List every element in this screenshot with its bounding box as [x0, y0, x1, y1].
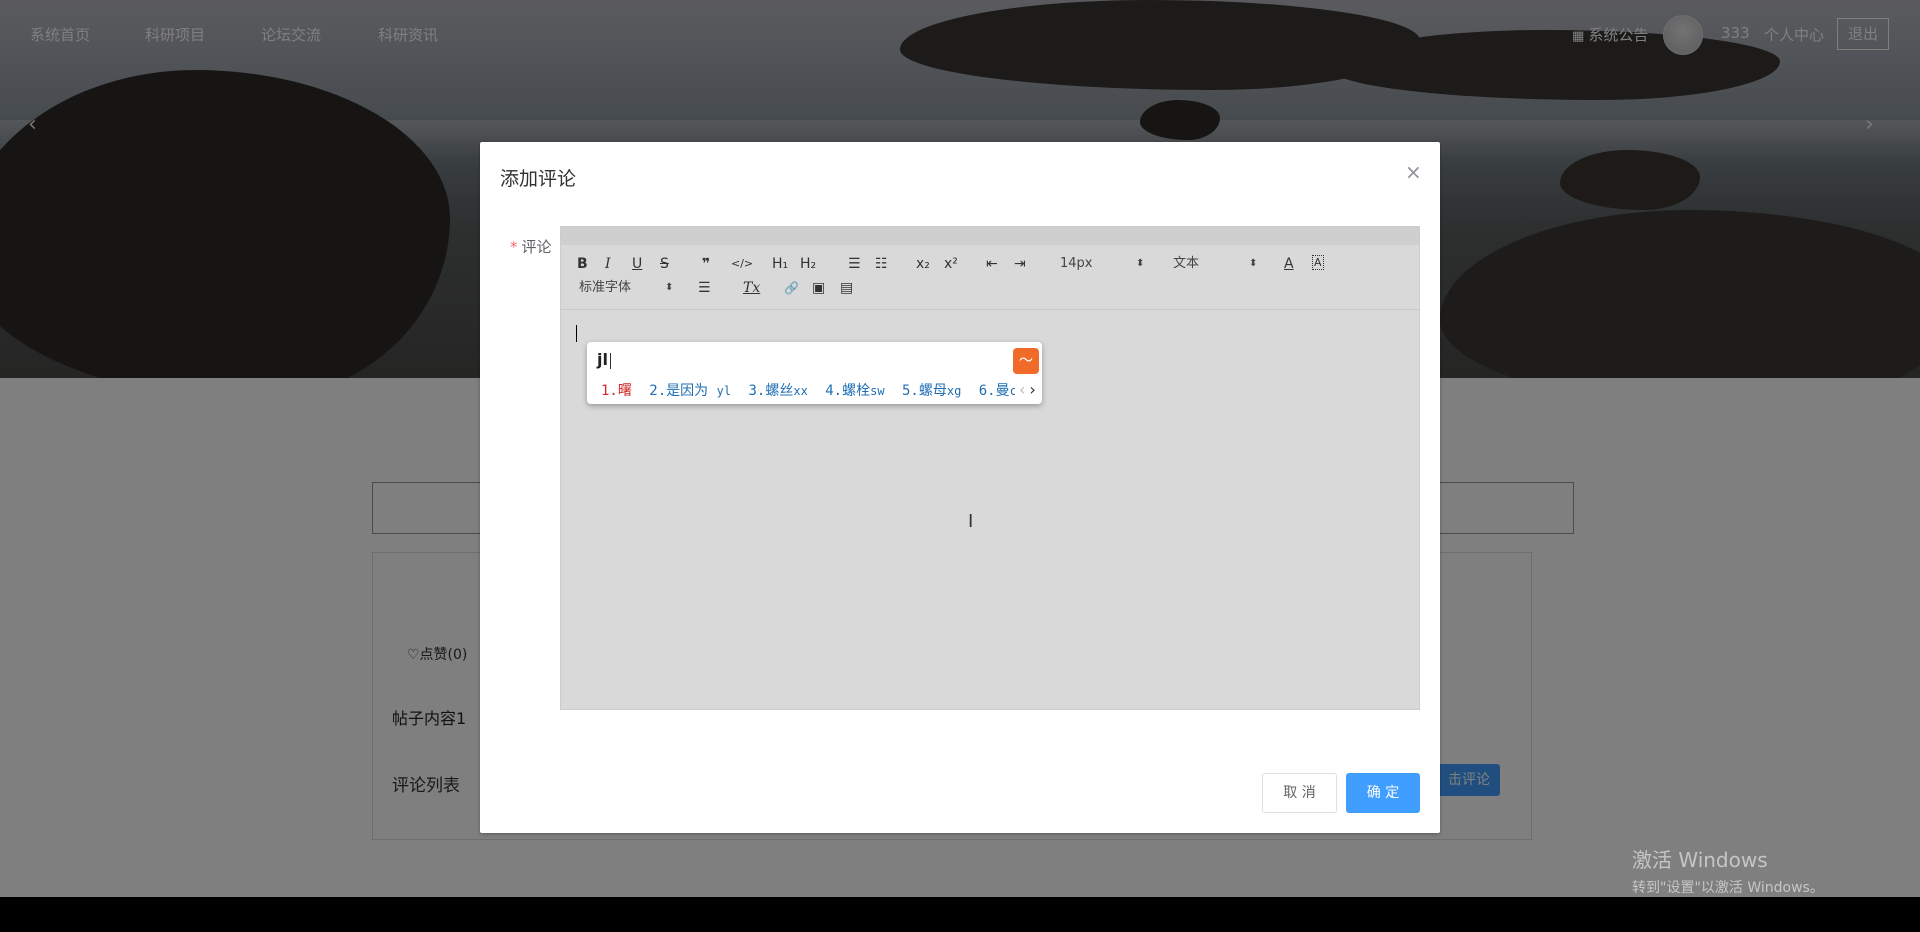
comment-label: * 评论	[510, 236, 552, 257]
font-family-select[interactable]: 标准字体 ⬍	[579, 279, 679, 297]
ime-logo-icon[interactable]: 〜	[1013, 348, 1039, 374]
candidate-code: xx	[793, 384, 808, 398]
ime-candidate[interactable]: 6.曼c	[979, 383, 1017, 399]
header-select[interactable]: 文本 ⬍	[1173, 255, 1261, 273]
ime-input-text: jl	[597, 350, 608, 369]
h2-button[interactable]: H₂	[800, 255, 816, 273]
ordered-list-button[interactable]: ☰	[848, 255, 861, 273]
bullet-list-button[interactable]: ☷	[875, 255, 888, 273]
ime-page-arrows: ‹ ›	[1015, 380, 1036, 399]
align-button[interactable]: ☰	[698, 279, 711, 297]
ime-candidate-window: jl 〜 1.曙 2.是因为 yl 3.螺丝xx 4.螺栓sw 5.螺母xg 6…	[587, 342, 1042, 404]
text-caret	[576, 325, 577, 342]
dialog-title: 添加评论	[500, 168, 577, 190]
candidate-word: 螺母	[918, 383, 947, 399]
underline-button[interactable]: U	[632, 255, 642, 273]
ime-prev-icon[interactable]: ‹	[1019, 380, 1025, 399]
background-color-button[interactable]: A	[1312, 255, 1324, 270]
link-icon[interactable]: 🔗	[784, 279, 799, 297]
rich-text-editor[interactable]: B I U S ❞ </> H₁ H₂ ☰ ☷ x₂ x² ⇤ ⇥ 14px ⬍ …	[560, 226, 1420, 710]
ime-caret	[609, 352, 611, 369]
candidate-index: 5.	[901, 383, 919, 399]
clean-format-button[interactable]: Tx	[743, 279, 760, 297]
watermark-line2: 转到"设置"以激活 Windows。	[1632, 880, 1824, 896]
candidate-word: 是因为	[666, 383, 709, 399]
font-size-value: 14px	[1060, 256, 1093, 271]
blockquote-button[interactable]: ❞	[702, 255, 710, 273]
candidate-word: 螺丝	[765, 383, 794, 399]
font-size-select[interactable]: 14px ⬍	[1060, 255, 1148, 273]
confirm-button[interactable]: 确 定	[1346, 773, 1420, 813]
indent-button[interactable]: ⇥	[1014, 255, 1026, 273]
add-comment-dialog: 添加评论 × * 评论 B I U S ❞ </> H₁ H₂ ☰ ☷ x₂ x²…	[480, 142, 1440, 833]
ime-candidate[interactable]: 3.螺丝xx	[748, 383, 807, 399]
strike-button[interactable]: S	[660, 255, 669, 273]
outdent-button[interactable]: ⇤	[986, 255, 998, 273]
editor-top-strip	[561, 227, 1419, 245]
candidate-code: yl	[716, 384, 732, 398]
editor-toolbar: B I U S ❞ </> H₁ H₂ ☰ ☷ x₂ x² ⇤ ⇥ 14px ⬍ …	[561, 245, 1419, 310]
code-block-button[interactable]: </>	[731, 255, 753, 273]
candidate-code: sw	[870, 384, 885, 398]
image-icon[interactable]: ▣	[812, 279, 825, 297]
watermark-line1: 激活 Windows	[1632, 848, 1768, 872]
ime-candidate[interactable]: 4.螺栓sw	[825, 383, 884, 399]
video-icon[interactable]: ▤	[840, 279, 853, 297]
chevron-updown-icon: ⬍	[665, 282, 674, 293]
candidate-word: 曙	[617, 383, 632, 399]
candidate-index: 6.	[978, 383, 996, 399]
ime-candidate[interactable]: 5.螺母xg	[902, 383, 961, 399]
candidate-index: 2.	[649, 383, 667, 399]
ime-candidate[interactable]: 1.曙	[601, 383, 632, 399]
superscript-button[interactable]: x²	[944, 255, 958, 273]
candidate-word: 螺栓	[842, 383, 871, 399]
close-icon[interactable]: ×	[1405, 160, 1422, 184]
candidate-code: xg	[946, 384, 962, 398]
chevron-updown-icon: ⬍	[1136, 258, 1145, 269]
header-value: 文本	[1173, 256, 1200, 271]
candidate-index: 3.	[748, 383, 766, 399]
candidate-index: 1.	[601, 383, 618, 399]
font-family-value: 标准字体	[579, 280, 632, 295]
bold-button[interactable]: B	[577, 255, 588, 273]
chevron-updown-icon: ⬍	[1249, 258, 1258, 269]
ime-next-icon[interactable]: ›	[1029, 380, 1035, 399]
required-mark: *	[510, 238, 518, 256]
ibeam-cursor-icon: I	[968, 511, 974, 532]
candidate-word: 曼	[995, 383, 1010, 399]
comment-label-text: 评论	[521, 238, 552, 256]
font-color-button[interactable]: A	[1284, 255, 1294, 273]
windows-activation-watermark: 激活 Windows 转到"设置"以激活 Windows。	[1632, 844, 1824, 897]
ime-candidate-list: 1.曙 2.是因为 yl 3.螺丝xx 4.螺栓sw 5.螺母xg 6.曼c	[601, 380, 1026, 400]
ime-composition: jl	[597, 350, 611, 369]
subscript-button[interactable]: x₂	[916, 255, 930, 273]
ime-candidate[interactable]: 2.是因为 yl	[649, 383, 731, 399]
candidate-index: 4.	[825, 383, 843, 399]
cancel-button[interactable]: 取 消	[1262, 773, 1337, 813]
h1-button[interactable]: H₁	[772, 255, 788, 273]
italic-button[interactable]: I	[605, 255, 611, 273]
